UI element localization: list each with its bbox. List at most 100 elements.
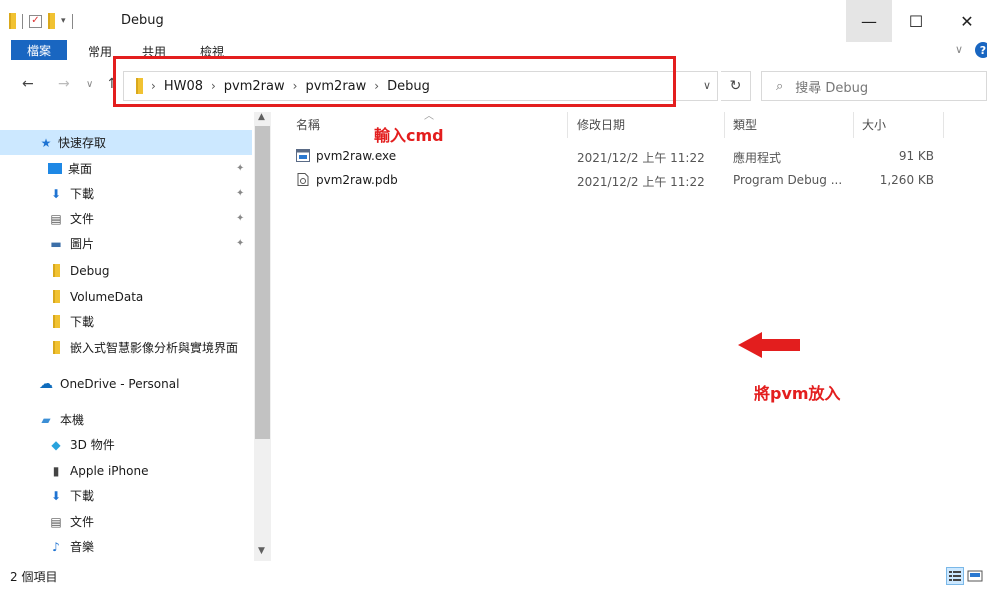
column-divider[interactable]	[943, 112, 944, 138]
title-bar: ✓ ▾ Debug — ☐ ✕	[0, 0, 987, 42]
close-button[interactable]: ✕	[944, 0, 987, 42]
sidebar-item-label: 本機	[60, 413, 85, 427]
folder-icon	[48, 315, 64, 329]
help-icon[interactable]: ?	[975, 42, 987, 58]
customize-toolbar-icon[interactable]: ▾	[61, 16, 66, 26]
details-view-icon[interactable]	[946, 567, 964, 585]
file-name[interactable]: pvm2raw.pdb	[316, 173, 398, 187]
sidebar-item-label: 下載	[70, 187, 95, 201]
sidebar-item-label: VolumeData	[70, 289, 144, 304]
scroll-up-icon[interactable]: ▲	[258, 112, 265, 122]
status-bar: 2 個項目	[0, 563, 987, 589]
tab-home[interactable]: 常用	[88, 43, 112, 60]
search-input[interactable]: ⌕ 搜尋 Debug	[761, 71, 987, 101]
computer-icon: ▰	[41, 412, 51, 427]
sidebar-item-pc-documents[interactable]: ▤ 文件	[0, 509, 252, 534]
pin-icon[interactable]: ✦	[236, 188, 244, 199]
sidebar-item-label: 快速存取	[58, 136, 107, 150]
sidebar-item-quick-access[interactable]: ★ 快速存取	[0, 130, 252, 155]
sidebar-item-music[interactable]: ♪ 音樂	[0, 534, 252, 559]
sidebar-item-downloads-folder[interactable]: 下載	[0, 309, 252, 334]
document-icon: ▤	[50, 514, 62, 529]
address-dropdown-icon[interactable]: ∨	[703, 79, 711, 92]
search-placeholder: 搜尋 Debug	[795, 80, 869, 96]
sidebar-item-this-pc[interactable]: ▰ 本機	[0, 407, 252, 432]
column-header-size[interactable]: 大小	[862, 116, 886, 133]
sidebar-item-debug[interactable]: Debug	[0, 258, 252, 283]
sort-ascending-icon: ︿	[424, 111, 434, 122]
refresh-button[interactable]: ↻	[721, 71, 751, 101]
music-icon: ♪	[52, 539, 60, 554]
scroll-down-icon[interactable]: ▼	[258, 546, 265, 556]
sidebar-item-label: 文件	[70, 515, 95, 529]
sidebar-item-label: OneDrive - Personal	[60, 376, 180, 391]
sidebar-item-documents[interactable]: ▤ 文件 ✦	[0, 206, 252, 231]
pictures-icon: ▬	[50, 236, 62, 251]
folder-icon	[48, 264, 64, 278]
forward-button[interactable]: →	[58, 76, 70, 92]
sidebar-item-label: 音樂	[70, 540, 95, 554]
expand-ribbon-icon[interactable]: ∨	[955, 43, 963, 56]
column-divider[interactable]	[724, 112, 725, 138]
annotation-input-cmd: 輸入cmd	[374, 126, 444, 145]
navigation-pane: ★ 快速存取 桌面 ✦ ⬇ 下載 ✦ ▤ 文件 ✦ ▬ 圖片 ✦ Debug V…	[0, 112, 271, 561]
column-divider[interactable]	[567, 112, 568, 138]
folder-icon	[9, 13, 16, 29]
exe-icon	[296, 149, 310, 162]
divider	[71, 13, 73, 29]
pin-icon[interactable]: ✦	[236, 213, 244, 224]
sidebar-item-3d-objects[interactable]: ◆ 3D 物件	[0, 432, 252, 457]
sidebar-item-desktop[interactable]: 桌面 ✦	[0, 156, 252, 181]
file-type: Program Debug ...	[733, 173, 843, 187]
annotation-drop-pvm: 將pvm放入	[754, 384, 841, 403]
quick-access-toolbar: ✓ ▾	[9, 12, 79, 30]
back-button[interactable]: ←	[22, 76, 34, 92]
file-type: 應用程式	[733, 151, 782, 165]
sidebar-item-label: 嵌入式智慧影像分析與實境界面	[70, 341, 239, 355]
pdb-icon	[297, 173, 309, 186]
tab-file[interactable]: 檔案	[11, 40, 67, 60]
sidebar-item-pc-downloads[interactable]: ⬇ 下載	[0, 483, 252, 508]
phone-icon: ▮	[52, 463, 60, 478]
minimize-button[interactable]: —	[846, 0, 892, 42]
maximize-button[interactable]: ☐	[893, 0, 939, 42]
download-icon: ⬇	[50, 488, 62, 503]
sidebar-item-onedrive[interactable]: ☁ OneDrive - Personal	[0, 371, 252, 396]
folder-icon	[48, 341, 64, 355]
search-icon: ⌕	[776, 78, 784, 94]
column-header-name[interactable]: 名稱	[296, 116, 320, 133]
pin-icon[interactable]: ✦	[236, 238, 244, 249]
arrow-left-icon	[738, 332, 800, 358]
file-modified: 2021/12/2 上午 11:22	[577, 151, 705, 165]
file-size: 91 KB	[898, 149, 934, 163]
desktop-icon	[48, 163, 62, 174]
file-row[interactable]: pvm2raw.pdb 2021/12/2 上午 11:22 Program D…	[288, 169, 948, 193]
sidebar-item-label: 3D 物件	[70, 438, 115, 452]
document-icon: ▤	[50, 211, 62, 226]
sidebar-item-label: Apple iPhone	[70, 463, 149, 478]
file-size: 1,260 KB	[879, 173, 934, 187]
annotation-highlight-box	[113, 56, 676, 107]
sidebar-item-volumedata[interactable]: VolumeData	[0, 284, 252, 309]
column-header-modified[interactable]: 修改日期	[577, 116, 625, 133]
sidebar-item-course-folder[interactable]: 嵌入式智慧影像分析與實境界面	[0, 335, 252, 360]
sidebar-scrollbar-thumb[interactable]	[255, 126, 270, 439]
column-divider[interactable]	[853, 112, 854, 138]
sidebar-item-iphone[interactable]: ▮ Apple iPhone	[0, 458, 252, 483]
star-icon: ★	[40, 135, 52, 150]
properties-icon[interactable]: ✓	[29, 14, 42, 28]
3d-objects-icon: ◆	[51, 437, 61, 452]
pin-icon[interactable]: ✦	[236, 163, 244, 174]
file-name[interactable]: pvm2raw.exe	[316, 149, 396, 163]
sidebar-item-pictures[interactable]: ▬ 圖片 ✦	[0, 231, 252, 256]
sidebar-item-downloads[interactable]: ⬇ 下載 ✦	[0, 181, 252, 206]
sidebar-item-label: 下載	[70, 315, 95, 329]
window-title: Debug	[121, 13, 164, 28]
new-folder-icon[interactable]	[48, 13, 55, 29]
large-icons-view-icon[interactable]	[966, 567, 984, 585]
file-row[interactable]: pvm2raw.exe 2021/12/2 上午 11:22 應用程式 91 K…	[288, 145, 948, 169]
recent-locations-icon[interactable]: ∨	[86, 79, 93, 90]
cloud-icon: ☁	[39, 375, 53, 392]
column-header-type[interactable]: 類型	[733, 116, 757, 133]
download-icon: ⬇	[50, 186, 62, 201]
